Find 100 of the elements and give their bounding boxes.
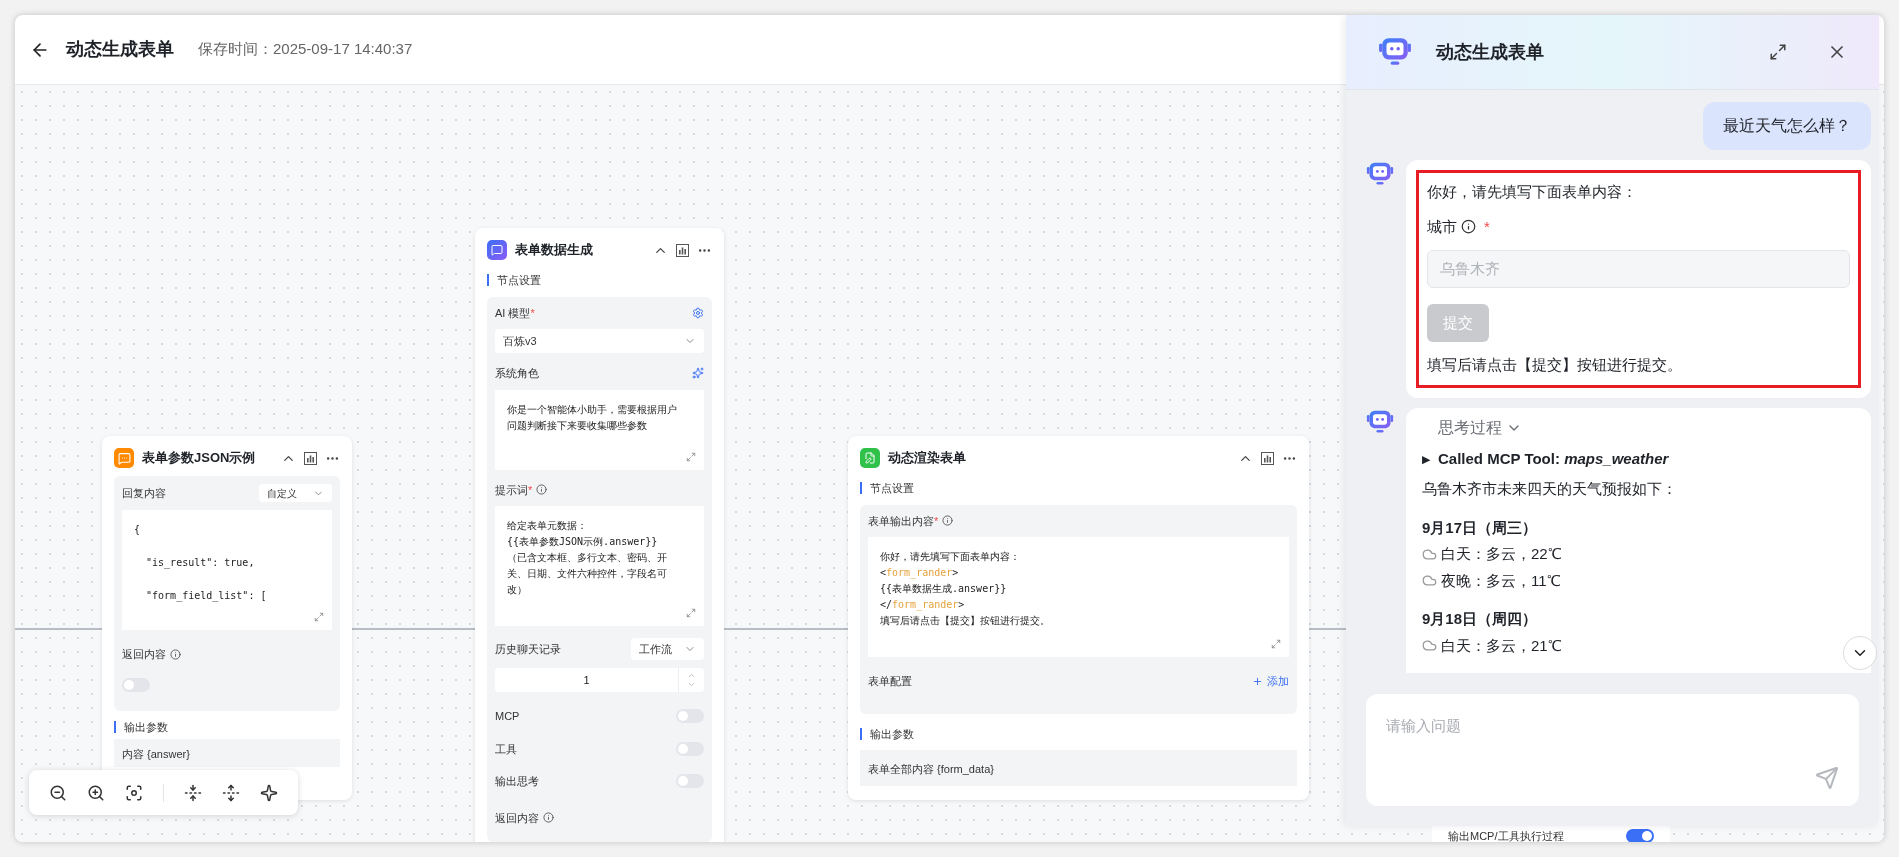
workflow-node[interactable]: 表单参数JSON示例 回复内容 自定义 { "is_result": true, "form_field_list": [ 返回内容 输出参数 内容 {answer} bbox=[102, 436, 352, 800]
field-label: 提示词 bbox=[495, 482, 528, 498]
expand-icon[interactable] bbox=[314, 612, 324, 622]
disclosure-marker[interactable]: ▶ bbox=[1422, 450, 1430, 467]
sparkle-icon[interactable] bbox=[260, 783, 278, 802]
expand-icon[interactable] bbox=[686, 608, 696, 618]
forecast-line: 夜晚：多云，11℃ bbox=[1441, 570, 1561, 591]
expand-icon[interactable] bbox=[686, 451, 696, 462]
code-line: {{表单数据生成.answer}} bbox=[880, 582, 1007, 596]
message-text: 填写后请点击【提交】按钮进行提交。 bbox=[1427, 355, 1683, 375]
field-label: 表单配置 bbox=[868, 674, 912, 689]
field-label: 历史聊天记录 bbox=[495, 641, 561, 657]
message-text: 乌鲁木齐市未来四天的天气预报如下： bbox=[1422, 479, 1678, 499]
chat-title: 动态生成表单 bbox=[1436, 40, 1544, 64]
prompt-line: 给定表单元数据： bbox=[507, 519, 588, 533]
switch-label: 输出思考 bbox=[495, 774, 539, 789]
settings-icon[interactable] bbox=[692, 306, 704, 319]
chart-icon[interactable] bbox=[676, 243, 689, 257]
code-editor[interactable]: { "is_result": true, "form_field_list": [ bbox=[122, 510, 332, 630]
page-title: 动态生成表单 bbox=[66, 38, 174, 61]
plus-icon bbox=[1252, 675, 1263, 687]
cloud-icon bbox=[1422, 573, 1437, 589]
fit-view-icon[interactable] bbox=[125, 783, 143, 802]
maximize-icon[interactable] bbox=[1769, 43, 1787, 61]
switch-label: 工具 bbox=[495, 741, 517, 757]
code-line: { bbox=[134, 523, 141, 537]
workflow-node[interactable]: 输出MCP/工具执行过程 bbox=[1432, 826, 1670, 842]
chart-icon[interactable] bbox=[304, 451, 317, 465]
info-icon bbox=[170, 648, 181, 660]
code-line: "is_result": true, bbox=[145, 556, 255, 570]
save-time: 保存时间：2025-09-17 14:40:37 bbox=[198, 39, 413, 60]
field-label: 表单输出内容 bbox=[868, 513, 934, 529]
unfold-vertical-icon[interactable] bbox=[222, 783, 240, 802]
section-title: 输出参数 bbox=[870, 726, 914, 742]
switch-label: 输出MCP/工具执行过程 bbox=[1448, 829, 1564, 842]
toggle-switch[interactable] bbox=[1626, 829, 1654, 842]
output-param: 表单全部内容 {form_data} bbox=[868, 763, 994, 775]
info-icon bbox=[536, 484, 548, 496]
number-value: 1 bbox=[582, 672, 591, 688]
field-label: 回复内容 bbox=[122, 485, 166, 501]
required-mark: * bbox=[530, 305, 535, 321]
forecast-line: 白天：多云，21℃ bbox=[1441, 635, 1562, 656]
output-param: 内容 {answer} bbox=[122, 748, 190, 760]
robot-icon bbox=[1366, 160, 1394, 188]
prompt-line: {{表单参数JSON示例.answer}} bbox=[507, 535, 659, 549]
required-mark: * bbox=[528, 482, 533, 498]
mode-select[interactable]: 自定义 bbox=[259, 484, 332, 502]
cloud-icon bbox=[1422, 638, 1437, 654]
history-select[interactable]: 工作流 bbox=[631, 638, 704, 660]
field-label: 系统角色 bbox=[495, 366, 539, 381]
forecast-line: 白天：多云，22℃ bbox=[1441, 544, 1562, 564]
toggle-switch[interactable] bbox=[676, 741, 704, 756]
text-area[interactable]: 你是一个智能体小助手，需要根据用户问题判断接下来要收集哪些参数 bbox=[495, 389, 704, 470]
node-title: 表单数据生成 bbox=[515, 241, 593, 260]
add-link[interactable]: 添加 bbox=[1252, 673, 1289, 690]
forecast-date: 9月18日（周四） bbox=[1422, 609, 1539, 629]
info-icon bbox=[942, 515, 954, 527]
field-label: 返回内容 bbox=[122, 647, 166, 662]
thinking-toggle[interactable]: 思考过程 bbox=[1438, 415, 1522, 440]
node-title: 动态渲染表单 bbox=[888, 449, 966, 468]
model-select[interactable]: 百炼v3 bbox=[495, 329, 704, 353]
connector-line bbox=[1309, 628, 1349, 630]
required-mark: * bbox=[1484, 216, 1490, 237]
code-line: <form_rander> bbox=[880, 566, 959, 581]
info-icon bbox=[543, 812, 554, 824]
workflow-node[interactable]: 表单数据生成 节点设置 AI 模型* 百炼v3 系统角色 你是一个智能体小助手，需要根据用户问题判断接下来要收集哪些参数 提示词* 给定表单元数据： {{表单参数JSON示例.answer}} （已含文本框、多行文本、密码、开关、日期、文件六种控件，字段名可改） 历史聊天记录 工作流 1 MCP 工具 输出思考 返回内容 bbox=[475, 228, 724, 842]
number-input[interactable]: 1 bbox=[495, 668, 704, 692]
switch-label: MCP bbox=[495, 709, 520, 724]
message-text: 你好，请先填写下面表单内容： bbox=[1427, 182, 1638, 202]
toggle-switch[interactable] bbox=[122, 677, 150, 692]
field-label: 城市 bbox=[1427, 216, 1457, 237]
expand-icon[interactable] bbox=[1271, 639, 1281, 649]
zoom-out-icon[interactable] bbox=[49, 783, 67, 802]
fold-vertical-icon[interactable] bbox=[184, 783, 202, 802]
code-line: "form_field_list": [ bbox=[145, 589, 267, 603]
code-line: </form_rander> bbox=[880, 598, 965, 613]
input-placeholder: 请输入问题 bbox=[1386, 717, 1461, 734]
workflow-node[interactable]: 动态渲染表单 节点设置 表单输出内容* 你好，请先填写下面表单内容： <form_rander> {{表单数据生成.answer}} </form_rander> 填写后请点击【提交】按钮进行提交。 表单配置 添加 输出参数 表单全部内容 {form_data} bbox=[848, 436, 1309, 800]
code-editor[interactable]: 你好，请先填写下面表单内容： <form_rander> {{表单数据生成.answer}} </form_rander> 填写后请点击【提交】按钮进行提交。 bbox=[868, 537, 1289, 657]
forecast-date: 9月17日（周三） bbox=[1422, 517, 1539, 538]
chart-icon[interactable] bbox=[1261, 451, 1274, 465]
section-title: 节点设置 bbox=[870, 481, 914, 496]
prompt-line: （已含文本框、多行文本、密码、开关、日期、文件六种控件，字段名可改） bbox=[507, 551, 668, 597]
zoom-in-icon[interactable] bbox=[87, 783, 105, 802]
cloud-icon bbox=[1422, 546, 1437, 562]
toggle-switch[interactable] bbox=[676, 709, 704, 724]
info-icon bbox=[1461, 219, 1476, 235]
field-label: 返回内容 bbox=[495, 810, 539, 826]
field-label: AI 模型 bbox=[495, 305, 531, 321]
form-icon bbox=[860, 448, 880, 468]
code-line: 填写后请点击【提交】按钮进行提交。 bbox=[880, 614, 1050, 628]
user-message: 最近天气怎么样？ bbox=[1703, 102, 1871, 150]
code-line: 你好，请先填写下面表单内容： bbox=[880, 550, 1020, 564]
section-title: 节点设置 bbox=[497, 273, 541, 288]
required-mark: * bbox=[934, 513, 939, 529]
tool-call-text: Called MCP Tool: maps_weather bbox=[1438, 448, 1669, 469]
text-area[interactable]: 给定表单元数据： {{表单参数JSON示例.answer}} （已含文本框、多行文本、密码、开关、日期、文件六种控件，字段名可改） bbox=[495, 506, 704, 626]
node-title: 表单参数JSON示例 bbox=[142, 449, 256, 468]
message-icon bbox=[114, 448, 134, 468]
toggle-switch[interactable] bbox=[676, 774, 704, 789]
